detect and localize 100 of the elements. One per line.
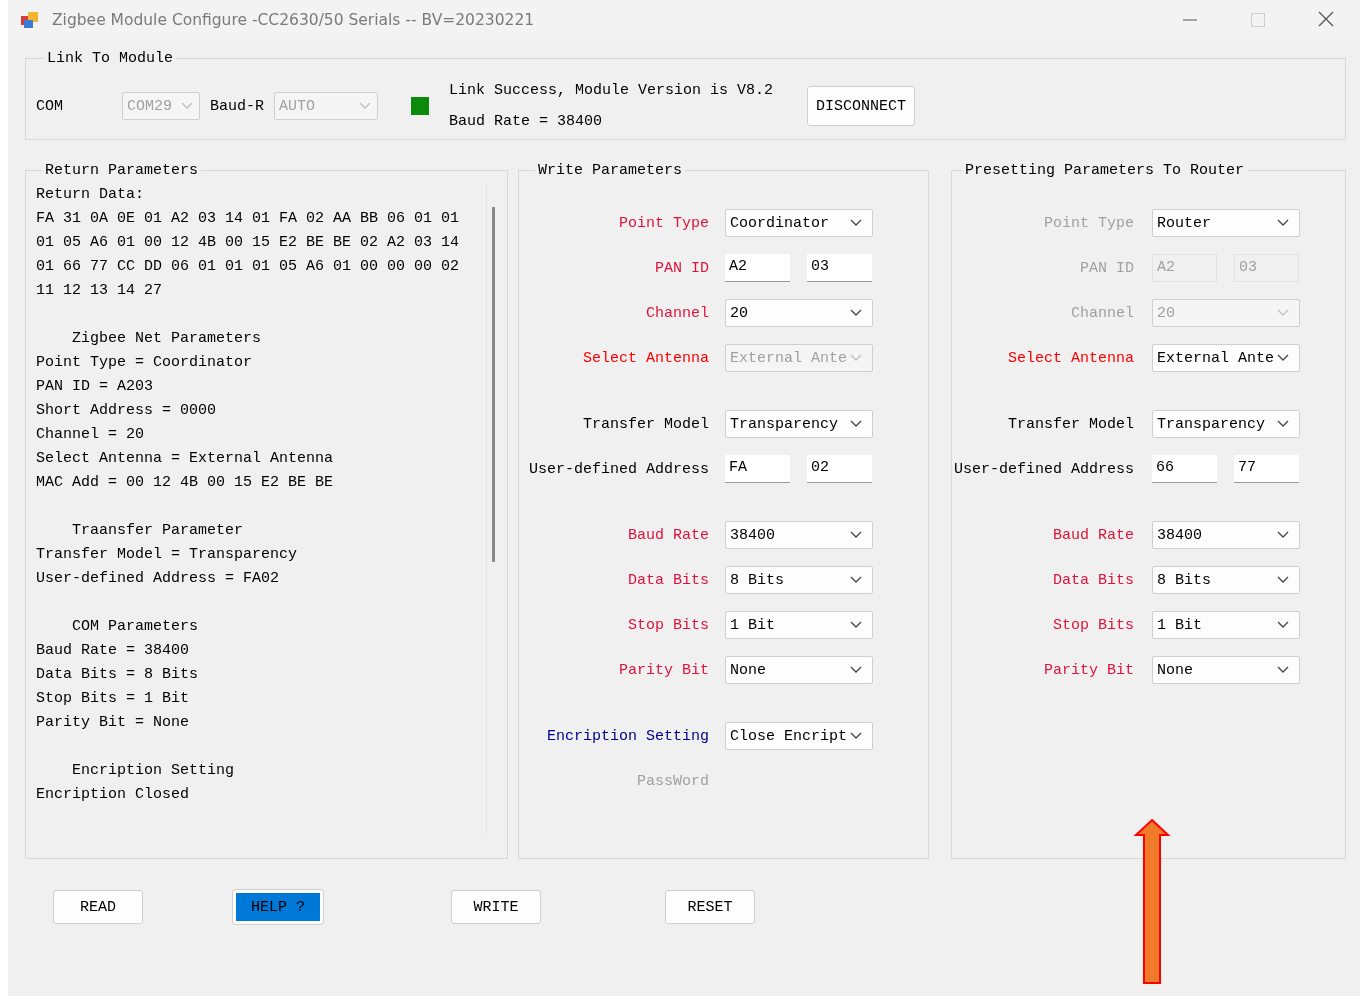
field-label: Parity Bit	[1043, 661, 1135, 679]
action-button[interactable]: READ	[53, 890, 143, 924]
action-button[interactable]: WRITE	[451, 890, 541, 924]
action-button[interactable]: HELP ?	[233, 890, 323, 924]
group-title: Return Parameters	[44, 162, 200, 179]
field-label: Encription Setting	[545, 727, 710, 745]
field-label: Select Antenna	[581, 349, 710, 367]
field-label: Stop Bits	[627, 616, 710, 634]
text-line: Point Type = Coordinator	[36, 353, 254, 373]
group-title: Write Parameters	[537, 162, 684, 179]
text-line: Encription Closed	[36, 785, 191, 805]
chevron-icon	[850, 732, 862, 740]
field-label: User-defined Address	[954, 460, 1136, 478]
dropdown[interactable]: 1 Bit	[725, 611, 873, 639]
chevron-icon	[850, 219, 862, 227]
chevron-icon	[850, 621, 862, 629]
text-line: Transfer Model = Transparency	[36, 545, 299, 565]
section-heading: Encription Setting	[71, 761, 236, 781]
dropdown[interactable]: Transparency	[725, 410, 873, 438]
dropdown[interactable]: Coordinator	[725, 209, 873, 237]
field-label: PAN ID	[1079, 259, 1135, 277]
chevron-icon	[850, 420, 862, 428]
text-line: Short Address = 0000	[36, 401, 218, 421]
text-line: 11 12 13 14 27	[36, 281, 164, 301]
chevron-icon	[850, 666, 862, 674]
dropdown[interactable]: None	[1152, 656, 1300, 684]
text-line: Select Antenna = External Antenna	[36, 449, 335, 469]
dropdown[interactable]: Transparency	[1152, 410, 1300, 438]
chevron-icon	[850, 354, 862, 362]
group-title: Link To Module	[46, 50, 175, 67]
baud-label: Baud-R	[210, 97, 264, 115]
section-heading: Zigbee Net Parameters	[71, 329, 263, 349]
text-line: Channel = 20	[36, 425, 146, 445]
chevron-icon	[1277, 666, 1289, 674]
dropdown[interactable]: Router	[1152, 209, 1300, 237]
chevron-icon	[850, 576, 862, 584]
dropdown[interactable]: 20	[725, 299, 873, 327]
field-label: Parity Bit	[618, 661, 710, 679]
field-label: User-defined Address	[527, 460, 710, 478]
dropdown[interactable]: 8 Bits	[725, 566, 873, 594]
text-line: Baud Rate = 38400	[36, 641, 191, 661]
input-field[interactable]: FA	[725, 455, 790, 483]
field-label: Channel	[645, 304, 710, 322]
group-title: Presetting Parameters To Router	[964, 162, 1246, 179]
input-field[interactable]: 66	[1152, 455, 1217, 483]
baud-rate-text: Baud Rate = 38400	[449, 113, 604, 130]
field-label: Transfer Model	[581, 415, 710, 433]
text-line: Parity Bit = None	[36, 713, 191, 733]
dropdown[interactable]: 38400	[725, 521, 873, 549]
text-line: 01 66 77 CC DD 06 01 01 01 05 A6 01 00 00 00 02	[36, 257, 461, 277]
dropdown[interactable]: 38400	[1152, 521, 1300, 549]
field-label: Select Antenna	[1006, 349, 1135, 367]
field-label: Point Type	[618, 214, 710, 232]
text-line: FA 31 0A 0E 01 A2 03 14 01 FA 02 AA BB 06 01 01	[36, 209, 461, 229]
com-label: COM	[36, 97, 64, 115]
field-label: Point Type	[1043, 214, 1135, 232]
window-title: Zigbee Module Configure -CC2630/50 Serials -- BV=20230221	[52, 11, 535, 29]
action-button[interactable]: RESET	[665, 890, 755, 924]
chevron-icon	[1277, 531, 1289, 539]
dropdown[interactable]: Close Encript	[725, 722, 873, 750]
chevron-icon	[181, 102, 193, 110]
text-line: MAC Add = 00 12 4B 00 15 E2 BE BE	[36, 473, 335, 493]
input-field[interactable]: 03	[807, 254, 872, 282]
chevron-icon	[1277, 576, 1289, 584]
field-label: PassWord	[636, 772, 710, 790]
section-heading: Traansfer Parameter	[71, 521, 245, 541]
chevron-icon	[1277, 219, 1289, 227]
chevron-icon	[359, 102, 371, 110]
app-icon	[20, 11, 38, 29]
input-field[interactable]: 77	[1234, 455, 1299, 483]
chevron-icon	[850, 309, 862, 317]
input-field[interactable]: 02	[807, 455, 872, 483]
field-label: Transfer Model	[1006, 415, 1135, 433]
text-line: Data Bits = 8 Bits	[36, 665, 200, 685]
dropdown[interactable]: 8 Bits	[1152, 566, 1300, 594]
chevron-icon	[1277, 621, 1289, 629]
dropdown[interactable]: 1 Bit	[1152, 611, 1300, 639]
field-label: Data Bits	[1052, 571, 1135, 589]
chevron-icon	[850, 531, 862, 539]
dropdown[interactable]: External Ante	[1152, 344, 1300, 372]
text-line: Stop Bits = 1 Bit	[36, 689, 191, 709]
field-label: Stop Bits	[1052, 616, 1135, 634]
text-line: PAN ID = A203	[36, 377, 155, 397]
chevron-icon	[1277, 354, 1289, 362]
chevron-icon	[1277, 309, 1289, 317]
scrollbar-thumb[interactable]	[491, 207, 495, 562]
close-button[interactable]	[1316, 11, 1336, 29]
status-text: Link Success, Module Version is V8.2	[449, 82, 774, 99]
field-label: Channel	[1070, 304, 1135, 322]
field-label: Baud Rate	[627, 526, 710, 544]
field-label: Data Bits	[627, 571, 710, 589]
input-field[interactable]: A2	[725, 254, 790, 282]
text-line: User-defined Address = FA02	[36, 569, 281, 589]
text-line: 01 05 A6 01 00 12 4B 00 15 E2 BE BE 02 A2 03 14	[36, 233, 461, 253]
field-label: PAN ID	[654, 259, 710, 277]
section-heading: COM Parameters	[71, 617, 200, 637]
chevron-icon	[1277, 420, 1289, 428]
dropdown[interactable]: None	[725, 656, 873, 684]
disconnect-button[interactable]: DISCONNECT	[807, 86, 916, 126]
field-label: Baud Rate	[1052, 526, 1135, 544]
